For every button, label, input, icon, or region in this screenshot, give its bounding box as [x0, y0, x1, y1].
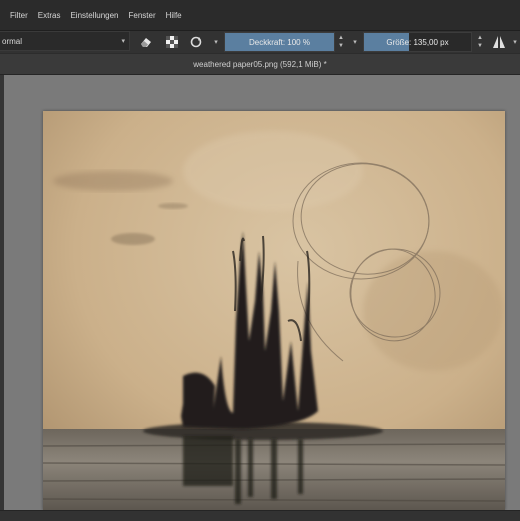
alpha-checker-icon[interactable]	[163, 33, 181, 51]
menu-extras[interactable]: Extras	[33, 11, 66, 20]
left-dock-edge	[0, 75, 4, 510]
image-canvas[interactable]	[43, 111, 505, 510]
tool-options-bar: ormal ▾ ▾ Deckkraft: 100 % ▲▼ ▾ Größe:	[0, 31, 520, 53]
size-label: Größe: 135,00 px	[386, 37, 449, 47]
menu-einstellungen[interactable]: Einstellungen	[65, 11, 123, 20]
document-tab[interactable]: weathered paper05.png (592,1 MiB) *	[0, 54, 520, 75]
opacity-slider[interactable]: Deckkraft: 100 %	[224, 32, 335, 52]
menu-hilfe[interactable]: Hilfe	[161, 11, 187, 20]
chevron-down-icon[interactable]: ▾	[506, 33, 520, 51]
menu-bar: Filter Extras Einstellungen Fenster Hilf…	[0, 0, 520, 31]
blend-mode-select[interactable]: ormal ▾	[0, 31, 130, 51]
status-bar	[0, 510, 520, 521]
blend-mode-value: ormal	[2, 36, 23, 46]
painting	[43, 111, 505, 510]
chevron-down-icon: ▾	[121, 38, 125, 45]
reset-icon[interactable]	[187, 33, 205, 51]
size-spinner[interactable]: ▲ ▼	[475, 32, 485, 52]
opacity-spinner[interactable]: ▲ ▼	[336, 32, 346, 52]
menu-fenster[interactable]: Fenster	[124, 11, 161, 20]
chevron-down-icon[interactable]: ▾	[207, 33, 225, 51]
eraser-icon[interactable]	[137, 33, 155, 51]
opacity-label: Deckkraft: 100 %	[249, 37, 310, 47]
document-title: weathered paper05.png (592,1 MiB) *	[193, 59, 327, 69]
menu-filter[interactable]: Filter	[5, 11, 33, 20]
size-slider[interactable]: Größe: 135,00 px	[363, 32, 472, 52]
chevron-down-icon[interactable]: ▾	[346, 33, 364, 51]
